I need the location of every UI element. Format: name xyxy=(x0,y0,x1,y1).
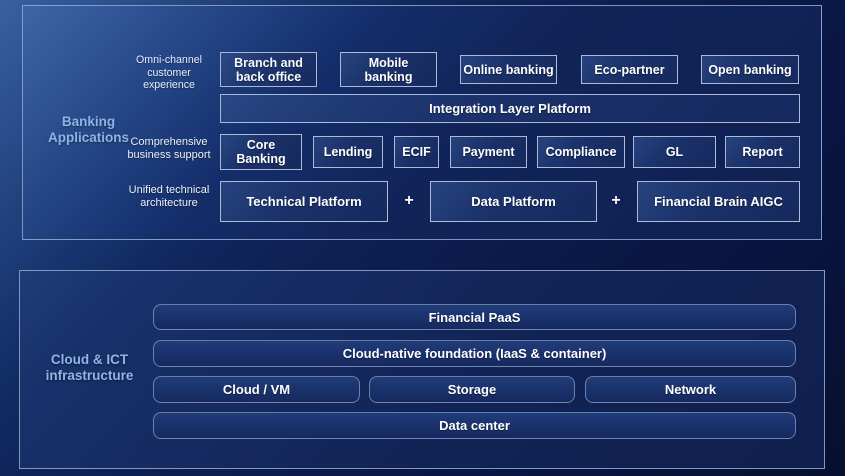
cloud-ict-infrastructure-title: Cloud & ICT infrastructure xyxy=(32,352,147,383)
cloud-native-foundation-box: Cloud-native foundation (IaaS & containe… xyxy=(153,340,796,367)
payment-box: Payment xyxy=(450,136,527,168)
cloud-title-line1: Cloud & ICT xyxy=(32,352,147,368)
cloud-vm-box: Cloud / VM xyxy=(153,376,360,403)
gl-box: GL xyxy=(633,136,716,168)
online-banking-box: Online banking xyxy=(460,55,557,84)
omni-channel-label-line1: Omni-channel xyxy=(123,54,215,67)
mobile-banking-box: Mobile banking xyxy=(340,52,437,87)
omni-channel-label-line3: experience xyxy=(123,79,215,92)
data-center-box: Data center xyxy=(153,412,796,439)
financial-brain-aigc-box: Financial Brain AIGC xyxy=(637,181,800,222)
unified-label-line1: Unified technical xyxy=(119,184,219,197)
comprehensive-label-line1: Comprehensive xyxy=(119,136,219,149)
unified-technical-architecture-label: Unified technical architecture xyxy=(119,184,219,210)
cloud-title-line2: infrastructure xyxy=(32,368,147,384)
compliance-box: Compliance xyxy=(537,136,625,168)
omni-channel-label-line2: customer xyxy=(123,67,215,80)
network-box: Network xyxy=(585,376,796,403)
technical-platform-box: Technical Platform xyxy=(220,181,388,222)
comprehensive-business-support-label: Comprehensive business support xyxy=(119,136,219,162)
storage-box: Storage xyxy=(369,376,575,403)
plus-sign-2: + xyxy=(611,192,620,210)
branch-back-office-box: Branch and back office xyxy=(220,52,317,87)
eco-partner-box: Eco-partner xyxy=(581,55,678,84)
integration-layer-platform-bar: Integration Layer Platform xyxy=(220,94,800,123)
plus-sign-1: + xyxy=(404,192,413,210)
unified-label-line2: architecture xyxy=(119,197,219,210)
open-banking-box: Open banking xyxy=(701,55,799,84)
comprehensive-label-line2: business support xyxy=(119,149,219,162)
core-banking-box: Core Banking xyxy=(220,134,302,170)
ecif-box: ECIF xyxy=(394,136,439,168)
architecture-diagram: Banking Applications Omni-channel custom… xyxy=(0,0,845,476)
financial-paas-box: Financial PaaS xyxy=(153,304,796,330)
report-box: Report xyxy=(725,136,800,168)
omni-channel-label: Omni-channel customer experience xyxy=(123,54,215,92)
data-platform-box: Data Platform xyxy=(430,181,597,222)
banking-applications-panel: Banking Applications Omni-channel custom… xyxy=(22,5,822,240)
cloud-ict-infrastructure-panel: Cloud & ICT infrastructure Financial Paa… xyxy=(19,270,825,469)
lending-box: Lending xyxy=(313,136,383,168)
